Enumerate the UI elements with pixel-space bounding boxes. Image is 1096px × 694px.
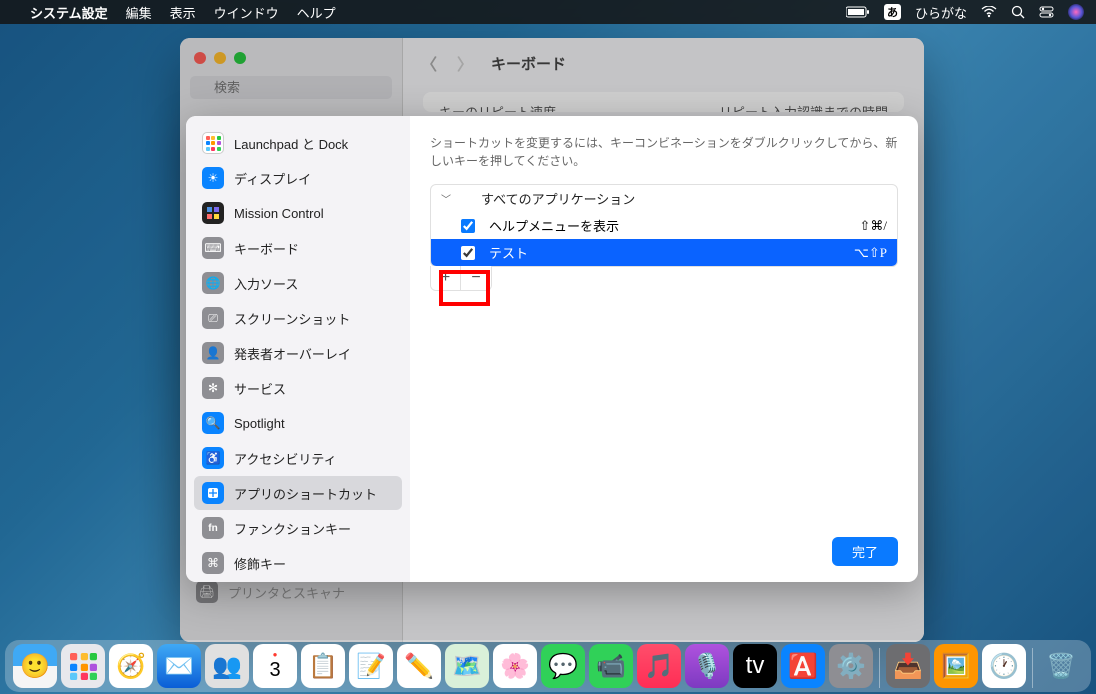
- dock-messages[interactable]: 💬: [541, 644, 585, 688]
- hint-text: ショートカットを変更するには、キーコンビネーションをダブルクリックしてから、新し…: [430, 134, 898, 170]
- sidebar-item-launchpad-dock[interactable]: Launchpad と Dock: [194, 126, 402, 160]
- sidebar-item-input-sources[interactable]: 🌐 入力ソース: [194, 266, 402, 300]
- shortcut-row[interactable]: ヘルプメニューを表示 ⇧⌘/: [431, 212, 897, 239]
- shortcut-toolbar: + −: [430, 266, 492, 291]
- shortcut-list: ﹀ すべてのアプリケーション ヘルプメニューを表示 ⇧⌘/ テスト ⌥⇧P: [430, 184, 898, 267]
- dock-launchpad[interactable]: [61, 644, 105, 688]
- sidebar-item-display[interactable]: ☀ ディスプレイ: [194, 161, 402, 195]
- control-center-icon[interactable]: [1039, 5, 1054, 19]
- shortcut-checkbox[interactable]: [461, 219, 475, 233]
- dock-downloads[interactable]: 📥: [886, 644, 930, 688]
- menubar-view[interactable]: 表示: [170, 3, 196, 22]
- modal-sidebar: Launchpad と Dock ☀ ディスプレイ Mission Contro…: [186, 116, 410, 582]
- fn-icon: fn: [202, 517, 224, 539]
- keyboard-icon: ⌨: [202, 237, 224, 259]
- sidebar-item-mission-control[interactable]: Mission Control: [194, 196, 402, 230]
- dock-tv[interactable]: tv: [733, 644, 777, 688]
- dock-settings[interactable]: ⚙️: [829, 644, 873, 688]
- menubar-app[interactable]: システム設定: [30, 3, 108, 22]
- shortcuts-modal: Launchpad と Dock ☀ ディスプレイ Mission Contro…: [186, 116, 918, 582]
- dock-podcasts[interactable]: 🎙️: [685, 644, 729, 688]
- sidebar-item-accessibility[interactable]: ♿ アクセシビリティ: [194, 441, 402, 475]
- shortcut-group-header[interactable]: ﹀ すべてのアプリケーション: [431, 185, 897, 212]
- input-source-icon: 🌐: [202, 272, 224, 294]
- accessibility-icon: ♿: [202, 447, 224, 469]
- dock-trash[interactable]: 🗑️: [1039, 644, 1083, 688]
- dock-finder[interactable]: 🙂: [13, 644, 57, 688]
- display-icon: ☀: [202, 167, 224, 189]
- menubar: システム設定 編集 表示 ウインドウ ヘルプ あ ひらがな: [0, 0, 1096, 24]
- dock: 🙂 🧭 ✉️ 👥 ●3 📋 📝 ✏️ 🗺️ 🌸 💬 📹 🎵 🎙️ tv 🅰️ ⚙…: [5, 640, 1091, 692]
- dock-notes[interactable]: 📝: [349, 644, 393, 688]
- modifier-icon: ⌘: [202, 552, 224, 574]
- battery-icon[interactable]: [846, 6, 870, 18]
- menubar-edit[interactable]: 編集: [126, 3, 152, 22]
- add-shortcut-button[interactable]: +: [431, 266, 461, 290]
- dock-freeform[interactable]: ✏️: [397, 644, 441, 688]
- sidebar-item-services[interactable]: ✻ サービス: [194, 371, 402, 405]
- screenshot-icon: ⎚: [202, 307, 224, 329]
- ime-badge[interactable]: あ: [884, 4, 901, 20]
- launchpad-icon: [202, 132, 224, 154]
- remove-shortcut-button[interactable]: −: [461, 266, 491, 290]
- siri-icon[interactable]: [1068, 4, 1084, 20]
- sidebar-item-spotlight[interactable]: 🔍 Spotlight: [194, 406, 402, 440]
- chevron-down-icon: ﹀: [441, 191, 455, 206]
- wifi-icon[interactable]: [981, 6, 997, 18]
- sidebar-item-keyboard[interactable]: ⌨ キーボード: [194, 231, 402, 265]
- app-shortcuts-icon: [202, 482, 224, 504]
- sidebar-item-app-shortcuts[interactable]: アプリのショートカット: [194, 476, 402, 510]
- ime-label[interactable]: ひらがな: [915, 3, 967, 22]
- presenter-icon: 👤: [202, 342, 224, 364]
- menubar-help[interactable]: ヘルプ: [297, 3, 336, 22]
- dock-facetime[interactable]: 📹: [589, 644, 633, 688]
- dock-music[interactable]: 🎵: [637, 644, 681, 688]
- services-icon: ✻: [202, 377, 224, 399]
- menubar-window[interactable]: ウインドウ: [214, 3, 279, 22]
- dock-mail[interactable]: ✉️: [157, 644, 201, 688]
- shortcut-row-selected[interactable]: テスト ⌥⇧P: [431, 239, 897, 266]
- dock-clock[interactable]: 🕐: [982, 644, 1026, 688]
- dock-reminders[interactable]: 📋: [301, 644, 345, 688]
- dock-calendar[interactable]: ●3: [253, 644, 297, 688]
- mission-control-icon: [202, 202, 224, 224]
- done-button[interactable]: 完了: [832, 537, 898, 566]
- shortcut-checkbox[interactable]: [461, 246, 475, 260]
- dock-photos[interactable]: 🌸: [493, 644, 537, 688]
- dock-contacts[interactable]: 👥: [205, 644, 249, 688]
- sidebar-item-modifier-keys[interactable]: ⌘ 修飾キー: [194, 546, 402, 580]
- sidebar-item-function-keys[interactable]: fn ファンクションキー: [194, 511, 402, 545]
- dock-maps[interactable]: 🗺️: [445, 644, 489, 688]
- sidebar-item-screenshots[interactable]: ⎚ スクリーンショット: [194, 301, 402, 335]
- dock-safari[interactable]: 🧭: [109, 644, 153, 688]
- search-icon[interactable]: [1011, 5, 1025, 19]
- sidebar-item-presenter-overlay[interactable]: 👤 発表者オーバーレイ: [194, 336, 402, 370]
- dock-screenshot[interactable]: 🖼️: [934, 644, 978, 688]
- spotlight-icon: 🔍: [202, 412, 224, 434]
- dock-appstore[interactable]: 🅰️: [781, 644, 825, 688]
